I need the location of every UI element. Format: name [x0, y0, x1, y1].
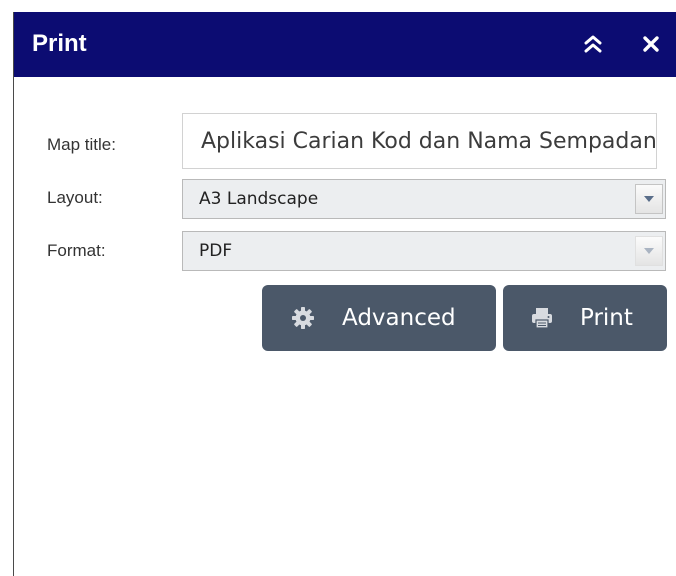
printer-icon	[532, 308, 552, 329]
double-chevron-up-icon	[584, 35, 602, 53]
layout-label: Layout:	[47, 188, 103, 207]
map-title-input[interactable]	[182, 113, 657, 169]
format-dropdown-button[interactable]	[635, 236, 663, 266]
layout-select[interactable]: A3 Landscape	[182, 179, 666, 219]
collapse-button[interactable]	[578, 29, 608, 59]
map-title-label: Map title:	[47, 135, 116, 154]
panel-title: Print	[32, 30, 87, 57]
print-widget: Print Map title: Layout: A3 Landscape Fo…	[13, 12, 676, 576]
format-select[interactable]: PDF	[182, 231, 666, 271]
gear-icon	[292, 307, 314, 329]
print-button-label: Print	[580, 305, 633, 331]
close-button[interactable]	[636, 29, 666, 59]
layout-dropdown-button[interactable]	[635, 184, 663, 214]
layout-select-value: A3 Landscape	[199, 189, 319, 209]
panel-header: Print	[14, 12, 676, 77]
format-label: Format:	[47, 241, 106, 260]
advanced-button-label: Advanced	[342, 305, 456, 331]
chevron-down-icon	[644, 196, 654, 202]
format-select-value: PDF	[199, 241, 233, 261]
advanced-button[interactable]: Advanced	[262, 285, 496, 351]
print-button[interactable]: Print	[503, 285, 667, 351]
chevron-down-icon	[644, 248, 654, 254]
close-icon	[643, 36, 659, 52]
